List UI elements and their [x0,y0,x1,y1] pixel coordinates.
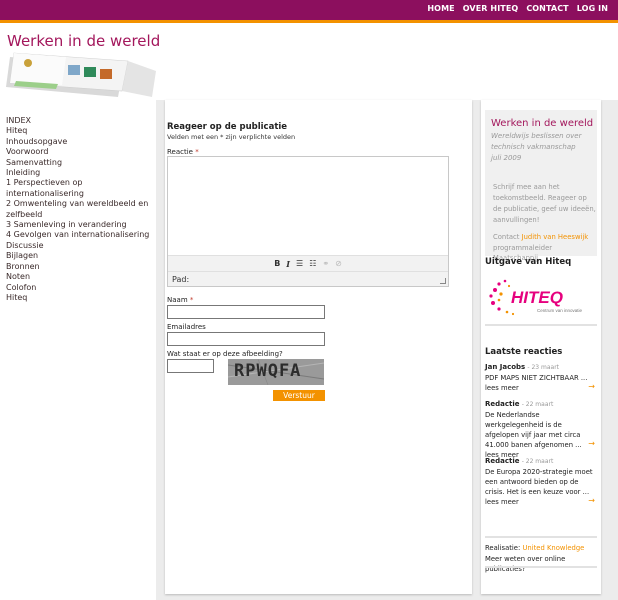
toc-item[interactable]: zelfbeeld [6,210,152,220]
promo-subtitle-text: Wereldwijs beslissen over technisch vakm… [491,132,582,151]
captcha-image: RPWQFA [228,359,324,385]
nav-login-link[interactable]: LOG IN [577,4,608,13]
comment-item: Redactie - 22 maart De Europa 2020-strat… [485,457,595,506]
logo-text: HITEQ [511,288,563,307]
promo-subtitle: Wereldwijs beslissen over technisch vakm… [491,131,591,164]
toc-item[interactable]: Inhoudsopgave [6,137,152,147]
toc-item[interactable]: 1 Perspectieven op internationalisering [6,178,152,199]
toc-item[interactable]: Samenvatting [6,158,152,168]
contact-name-link[interactable]: Judith van Heeswijk [522,233,589,241]
read-more-link[interactable]: lees meer [485,384,519,392]
promo-date: juli 2009 [491,154,522,162]
name-label: Naam * [167,296,193,304]
required-marker: * [189,296,194,304]
submit-button[interactable]: Verstuur [273,390,325,401]
divider [485,536,597,538]
contact-prefix: Contact [493,233,520,241]
hiteq-logo[interactable]: HITEQ Centrum van innovatie [485,272,597,320]
read-more-link[interactable]: lees meer [485,498,519,506]
ordered-list-icon[interactable]: ☷ [309,259,316,268]
toc-item[interactable]: Colofon [6,283,152,293]
toc-item[interactable]: Hiteq [6,126,152,136]
publication-cover-image [6,52,156,97]
more-info-link[interactable]: Meer weten over online publicaties? [485,555,565,574]
comment-text: De Nederlandse werkgelegenheid is de afg… [485,411,582,449]
publisher-heading: Uitgave van Hiteq [485,257,572,267]
site-title[interactable]: Werken in de wereld [7,32,160,50]
credits: Realisatie: United Knowledge Meer weten … [485,543,601,575]
nav-about-link[interactable]: OVER HITEQ [463,4,519,13]
required-fields-note: Velden met een * zijn verplichte velden [167,133,296,141]
comment-date: 22 maart [525,458,554,465]
editor-path-label: Pad: [172,275,190,284]
resize-handle-icon[interactable] [440,278,446,284]
toc-item[interactable]: Inleiding [6,168,152,178]
top-bar: HOME OVER HITEQ CONTACT LOG IN [0,0,618,20]
toc-item[interactable]: 4 Gevolgen van internationalisering [6,230,152,240]
comment-author: Jan Jacobs [485,363,526,371]
nav-contact-link[interactable]: CONTACT [526,4,568,13]
comment-text: De Europa 2020-strategie moet een antwoo… [485,468,593,496]
toc-item[interactable]: 3 Samenleving in verandering [6,220,152,230]
comment-text: PDF MAPS NIET ZICHTBAAR ... [485,374,588,382]
required-marker: * [195,148,199,156]
reaction-label-text: Reactie [167,148,193,156]
arrow-right-icon[interactable]: → [588,496,595,506]
promo-box: Werken in de wereld Wereldwijs beslissen… [485,110,597,262]
nav-home-link[interactable]: HOME [427,4,454,13]
unordered-list-icon[interactable]: ☰ [296,259,303,268]
toc-item[interactable]: Voorwoord [6,147,152,157]
realisation-link[interactable]: United Knowledge [522,544,584,552]
top-navigation: HOME OVER HITEQ CONTACT LOG IN [427,4,608,13]
comment-date: 23 maart [531,364,560,371]
editor-toolbar: B I ☰ ☷ ⚭ ⊘ [168,255,448,271]
arrow-right-icon[interactable]: → [588,382,595,392]
realisation-prefix: Realisatie: [485,544,521,552]
comment-author: Redactie [485,457,520,465]
italic-icon[interactable]: I [286,259,290,269]
comment-item: Redactie - 22 maart De Nederlandse werkg… [485,400,595,459]
promo-title: Werken in de wereld [491,118,594,129]
link-icon[interactable]: ⚭ [322,259,329,268]
toc-item[interactable]: Noten [6,272,152,282]
toc-item[interactable]: INDEX [6,116,152,126]
left-sidebar: INDEX Hiteq Inhoudsopgave Voorwoord Same… [0,100,156,600]
comment-date: 22 maart [525,401,554,408]
divider [485,324,597,326]
form-title: Reageer op de publicatie [167,122,288,132]
email-label: Emailadres [167,323,206,331]
toc-item[interactable]: Bijlagen [6,251,152,261]
unlink-icon[interactable]: ⊘ [335,259,342,268]
name-field[interactable] [167,305,325,319]
editor-path-bar: Pad: [168,271,448,286]
table-of-contents: INDEX Hiteq Inhoudsopgave Voorwoord Same… [6,116,152,303]
bold-icon[interactable]: B [274,259,280,268]
reaction-label: Reactie * [167,148,199,156]
name-label-text: Naam [167,296,188,304]
comments-heading: Laatste reacties [485,347,563,357]
reaction-editor[interactable]: B I ☰ ☷ ⚭ ⊘ Pad: [167,156,449,287]
toc-item[interactable]: Bronnen [6,262,152,272]
comment-form-panel: Reageer op de publicatie Velden met een … [165,100,472,594]
divider [485,566,597,568]
arrow-right-icon[interactable]: → [588,439,595,449]
comment-author: Redactie [485,400,520,408]
comment-item: Jan Jacobs - 23 maart PDF MAPS NIET ZICH… [485,363,595,392]
right-sidebar: Werken in de wereld Wereldwijs beslissen… [481,100,601,594]
promo-body: Schrijf mee aan het toekomstbeeld. Reage… [493,183,596,224]
email-field[interactable] [167,332,325,346]
toc-item[interactable]: Hiteq [6,293,152,303]
captcha-input[interactable] [167,359,214,373]
captcha-label: Wat staat er op deze afbeelding? [167,350,283,358]
logo-tagline: Centrum van innovatie [537,308,583,313]
toc-item[interactable]: Discussie [6,241,152,251]
toc-item[interactable]: 2 Omwenteling van wereldbeeld en [6,199,152,209]
site-header: Werken in de wereld [0,23,618,100]
captcha-text: RPWQFA [234,361,302,381]
